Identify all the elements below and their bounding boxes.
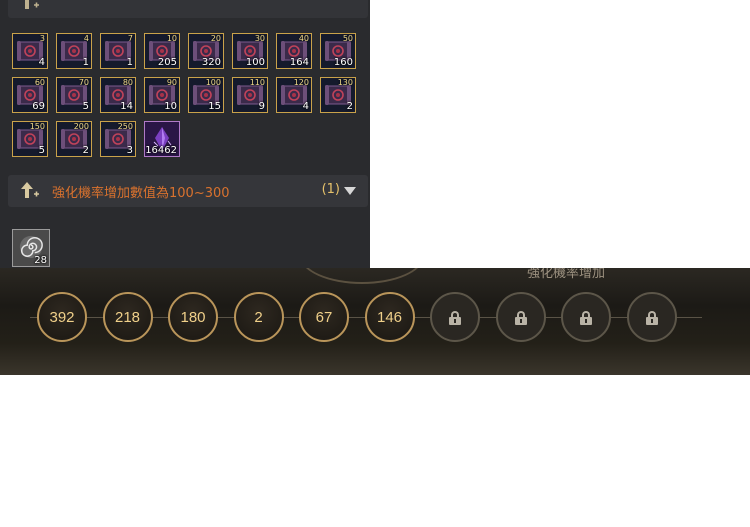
item-quantity: 1 <box>126 57 133 68</box>
item-slot[interactable]: 100 15 <box>188 77 224 113</box>
item-slot[interactable]: 30 100 <box>232 33 268 69</box>
item-slot[interactable]: 90 10 <box>144 77 180 113</box>
item-level: 150 <box>29 122 45 131</box>
item-slot-swirl[interactable]: 28 <box>12 229 50 267</box>
track-node[interactable]: 218 <box>102 292 153 342</box>
item-level: 3 <box>39 34 45 43</box>
item-level: 30 <box>254 34 265 43</box>
enhancement-track: 強化機率增加 392 218 180 2 67 146 <box>0 268 750 375</box>
item-slot[interactable]: 60 69 <box>12 77 48 113</box>
item-slot[interactable]: 200 2 <box>56 121 92 157</box>
item-slot[interactable]: 130 2 <box>320 77 356 113</box>
item-slot[interactable]: 250 3 <box>100 121 136 157</box>
triangle-down-icon[interactable] <box>344 187 356 195</box>
item-quantity: 164 <box>289 57 309 68</box>
lock-icon <box>449 310 461 325</box>
section-title: 強化機率增加數值為100~300 <box>52 186 230 201</box>
item-slot[interactable]: 34 <box>12 33 48 69</box>
item-slot[interactable]: 150 5 <box>12 121 48 157</box>
item-quantity: 205 <box>157 57 177 68</box>
item-slot[interactable]: 20 320 <box>188 33 224 69</box>
item-level: 60 <box>34 78 45 87</box>
item-level: 7 <box>127 34 133 43</box>
item-quantity: 1 <box>82 57 89 68</box>
item-level: 40 <box>298 34 309 43</box>
track-node[interactable]: 2 <box>233 292 284 342</box>
track-node[interactable]: 180 <box>168 292 218 342</box>
lock-icon <box>514 310 527 325</box>
item-slot[interactable]: 80 14 <box>100 77 136 113</box>
arrow-up-plus-icon <box>21 0 39 9</box>
item-slot[interactable]: 120 4 <box>276 77 312 113</box>
lock-icon <box>645 310 658 325</box>
track-node[interactable]: 67 <box>299 292 349 342</box>
track-node[interactable]: 146 <box>364 292 415 342</box>
item-level: 130 <box>337 78 353 87</box>
item-slot[interactable]: 71 <box>100 33 136 69</box>
item-level: 200 <box>73 122 89 131</box>
item-quantity: 16462 <box>145 145 177 156</box>
lock-icon <box>580 310 592 325</box>
item-quantity: 10 <box>164 101 177 112</box>
item-quantity: 69 <box>32 101 45 112</box>
item-slot[interactable]: 50 160 <box>320 33 356 69</box>
item-level: 4 <box>83 34 89 43</box>
item-slot[interactable]: 16462 <box>144 121 180 157</box>
item-slot[interactable]: 110 9 <box>232 77 268 113</box>
item-level: 20 <box>210 34 221 43</box>
item-quantity: 28 <box>34 255 47 266</box>
item-quantity: 9 <box>258 101 265 112</box>
item-level: 70 <box>78 78 89 87</box>
item-quantity: 2 <box>346 101 353 112</box>
item-quantity: 4 <box>302 101 309 112</box>
item-level: 50 <box>342 34 353 43</box>
item-quantity: 5 <box>82 101 89 112</box>
item-level: 250 <box>117 122 133 131</box>
item-quantity: 320 <box>201 57 221 68</box>
track-node[interactable]: 392 <box>37 292 87 342</box>
item-slot[interactable]: 41 <box>56 33 92 69</box>
item-slot[interactable]: 40 164 <box>276 33 312 69</box>
section-header-partial[interactable] <box>8 0 368 18</box>
section-header[interactable]: 強化機率增加數值為100~300 (1) <box>8 175 368 207</box>
item-slot[interactable]: 10 205 <box>144 33 180 69</box>
item-quantity: 5 <box>38 145 45 156</box>
inventory-panel: 3 4 4 1 7 1 10 205 20 320 30 100 40 164 50 160 60 69 70 5 80… <box>0 0 370 268</box>
item-level: 120 <box>293 78 309 87</box>
item-level: 100 <box>205 78 221 87</box>
item-quantity: 160 <box>333 57 353 68</box>
item-quantity: 15 <box>208 101 221 112</box>
item-level: 110 <box>249 78 265 87</box>
item-level: 10 <box>166 34 177 43</box>
item-quantity: 3 <box>126 145 133 156</box>
arrow-up-plus-icon <box>21 182 39 198</box>
item-level: 90 <box>166 78 177 87</box>
item-level: 80 <box>122 78 133 87</box>
item-quantity: 4 <box>38 57 45 68</box>
item-quantity: 2 <box>82 145 89 156</box>
track-node-locked[interactable] <box>626 292 677 342</box>
track-node-locked[interactable] <box>430 292 480 342</box>
decorative-arc <box>300 268 424 284</box>
track-node-locked[interactable] <box>495 292 546 342</box>
track-node-locked[interactable] <box>561 292 611 342</box>
track-label: 強化機率增加 <box>526 268 605 281</box>
item-quantity: 100 <box>245 57 265 68</box>
item-slot[interactable]: 70 5 <box>56 77 92 113</box>
section-count: (1) <box>321 182 340 197</box>
item-quantity: 14 <box>120 101 133 112</box>
